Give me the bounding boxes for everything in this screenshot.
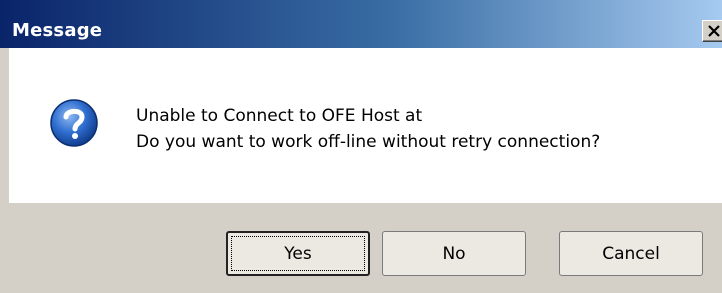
no-button-label: No bbox=[442, 243, 466, 264]
yes-button[interactable]: Yes bbox=[226, 231, 370, 276]
cancel-button[interactable]: Cancel bbox=[559, 231, 703, 276]
message-line-2: Do you want to work off-line without ret… bbox=[136, 132, 601, 152]
window-title: Message bbox=[12, 20, 103, 41]
button-bar: Yes No Cancel bbox=[9, 203, 722, 293]
message-dialog: Message Unable to Connect to OFE Host at… bbox=[0, 0, 722, 293]
message-line-1: Unable to Connect to OFE Host at bbox=[136, 106, 423, 126]
cancel-button-label: Cancel bbox=[602, 243, 660, 264]
title-bar[interactable]: Message bbox=[0, 0, 722, 48]
no-button[interactable]: No bbox=[382, 231, 526, 276]
close-button[interactable] bbox=[702, 20, 722, 42]
question-icon bbox=[50, 99, 98, 147]
close-icon bbox=[708, 25, 720, 37]
yes-button-label: Yes bbox=[284, 243, 312, 264]
message-area: Unable to Connect to OFE Host at Do you … bbox=[9, 48, 722, 203]
